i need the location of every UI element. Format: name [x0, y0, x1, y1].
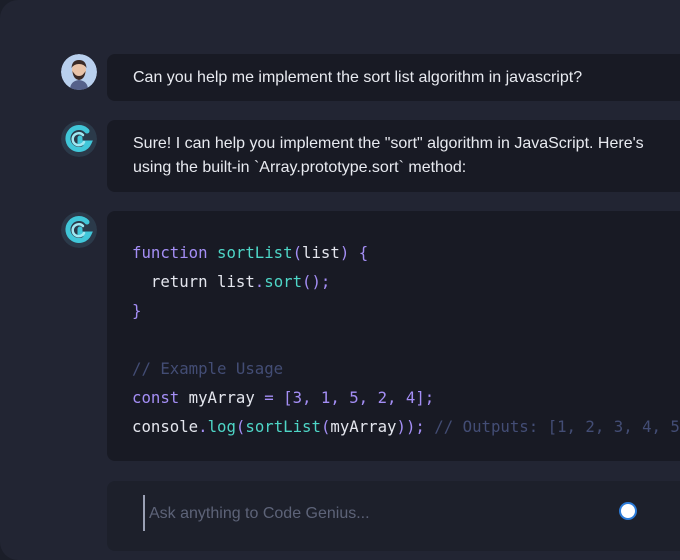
- code-line: }: [132, 296, 680, 325]
- code-genius-logo-icon: [61, 212, 97, 248]
- user-message: Can you help me implement the sort list …: [107, 54, 680, 101]
- code-token: list: [302, 243, 340, 262]
- code-line: console.log(sortList(myArray)); // Outpu…: [132, 412, 680, 441]
- code-token: .: [254, 272, 265, 291]
- assistant-message-line-2: using the built-in `Array.prototype.sort…: [133, 159, 467, 176]
- assistant-message-line-1: Sure! I can help you implement the "sort…: [133, 135, 644, 152]
- code-token: function: [132, 243, 218, 262]
- code-token: = [3, 1, 5, 2, 4];: [264, 388, 435, 407]
- code-token: myArray: [330, 417, 397, 436]
- code-token: .: [198, 417, 208, 436]
- code-token: // Outputs: [1, 2, 3, 4, 5]: [424, 417, 680, 436]
- code-token: ) {: [339, 243, 369, 262]
- send-icon[interactable]: [619, 502, 637, 520]
- code-line: return list.sort();: [132, 267, 680, 296]
- code-line: // Example Usage: [132, 354, 680, 383]
- code-token: list: [217, 272, 255, 291]
- user-message-text: Can you help me implement the sort list …: [133, 69, 583, 86]
- code-line: function sortList(list) {: [132, 238, 680, 267]
- code-token: ();: [302, 272, 331, 291]
- code-block[interactable]: function sortList(list) { return list.so…: [107, 211, 680, 461]
- code-token: console: [132, 417, 199, 436]
- composer[interactable]: Ask anything to Code Genius...: [107, 481, 680, 551]
- code-token: return: [132, 272, 218, 291]
- code-token: sortList: [217, 243, 293, 262]
- code-token: ));: [396, 417, 425, 436]
- composer-input[interactable]: Ask anything to Code Genius...: [149, 505, 370, 523]
- code-token: }: [132, 301, 142, 320]
- assistant-message: Sure! I can help you implement the "sort…: [107, 120, 680, 192]
- code-content: function sortList(list) { return list.so…: [107, 211, 680, 441]
- user-avatar-icon: [61, 54, 97, 90]
- code-token: sort: [264, 272, 303, 291]
- code-token: // Example Usage: [132, 359, 284, 378]
- text-caret: [143, 495, 145, 531]
- code-token: log: [207, 417, 236, 436]
- code-line: const myArray = [3, 1, 5, 2, 4];: [132, 383, 680, 412]
- code-token: const: [132, 388, 189, 407]
- code-token: myArray: [188, 388, 265, 407]
- code-token: (: [292, 243, 303, 262]
- code-token: (: [235, 417, 246, 436]
- code-genius-logo-icon: [61, 121, 97, 157]
- code-token: sortList: [245, 417, 321, 436]
- code-token: (: [320, 417, 331, 436]
- chat-window: Can you help me implement the sort list …: [0, 0, 680, 560]
